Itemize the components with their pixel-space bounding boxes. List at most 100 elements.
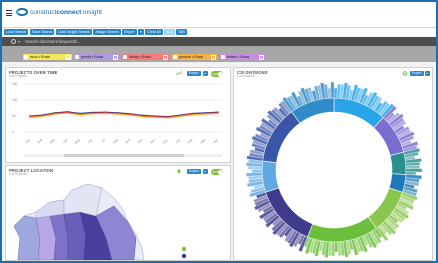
legend-dot [181, 253, 187, 259]
data-point[interactable] [129, 114, 132, 116]
chevron-down-icon[interactable] [18, 40, 20, 43]
filter-chip[interactable]: truck • Rows × [23, 54, 72, 60]
scrollbar-thumb[interactable] [64, 154, 184, 157]
data-point[interactable] [79, 113, 81, 116]
data-point[interactable] [91, 112, 94, 115]
x-tick-label: Jun [87, 138, 94, 145]
gear-icon[interactable] [402, 71, 408, 76]
load-search-button[interactable]: Load Search [4, 29, 29, 35]
load-insight-search-button[interactable]: Load Insight Search [55, 29, 92, 35]
logo-mark-icon [16, 8, 28, 16]
sunburst-segment[interactable] [261, 160, 280, 193]
app-window: constructconnect insight Load Search Sav… [0, 0, 438, 263]
menu-icon[interactable] [6, 10, 12, 16]
x-tick-label: Sep [124, 138, 131, 145]
cumulative-toggle[interactable]: CUM [211, 71, 223, 77]
data-point[interactable] [192, 113, 194, 116]
data-point[interactable] [54, 113, 56, 115]
export-button[interactable]: Export [187, 169, 201, 174]
assign-search-button[interactable]: Assign Search [93, 29, 121, 35]
data-point[interactable] [154, 116, 157, 119]
clear-all-button[interactable]: Clear All [145, 29, 163, 35]
export-dropdown-button[interactable] [425, 71, 430, 76]
sunburst-subsegment[interactable] [331, 241, 335, 257]
data-point[interactable] [217, 112, 219, 115]
panel-subtitle: # of Projects [9, 172, 27, 176]
sunburst-subsegment[interactable] [405, 165, 421, 170]
data-point[interactable] [142, 115, 144, 118]
export-dropdown-button[interactable] [203, 169, 208, 174]
map-region-nunavut[interactable] [63, 183, 103, 217]
y-tick-label: 100 [12, 98, 18, 102]
x-tick-label: Apr [212, 137, 219, 144]
close-icon[interactable]: × [211, 54, 216, 60]
export-button[interactable]: Export [187, 71, 201, 76]
x-tick-label: Aug [112, 138, 119, 145]
filter-chip-bar: truck • Rows × permit • Rows × library •… [2, 46, 436, 62]
sunburst-subsegment[interactable] [251, 169, 263, 173]
data-point[interactable] [116, 113, 119, 115]
data-point[interactable] [41, 115, 44, 118]
x-tick-label: Feb [37, 138, 44, 145]
data-point[interactable] [204, 113, 207, 115]
map-pin-icon[interactable] [176, 169, 182, 174]
sunburst-subsegment[interactable] [330, 81, 335, 99]
csi-divisions-panel: CSI DIVISIONS # of Projects Export [233, 67, 433, 261]
chart-type-icon[interactable] [176, 71, 182, 76]
data-point[interactable] [29, 116, 31, 119]
panel-subtitle: # of Projects [9, 74, 27, 78]
export-dropdown-button[interactable]: ▾ [138, 29, 144, 35]
all-button[interactable]: ALL [164, 29, 175, 35]
close-icon[interactable]: × [259, 54, 264, 60]
projects-over-time-panel: PROJECTS OVER TIME # of Projects Export … [5, 67, 231, 163]
filter-chip[interactable]: general • Rows × [172, 54, 217, 60]
header-bar: constructconnect insight [2, 2, 436, 28]
filter-type-icon [123, 55, 127, 59]
search-icon[interactable] [11, 39, 16, 44]
data-point[interactable] [167, 117, 169, 119]
data-point[interactable] [179, 115, 182, 118]
close-icon[interactable]: × [113, 54, 118, 60]
line-chart: Jan Feb Mar Apr May Jun Jul Aug Sep Oct Nov Dec Jan F… [24, 83, 222, 157]
y-tick-label: 50 [12, 114, 16, 118]
save-search-button[interactable]: Save Search [29, 29, 55, 35]
x-tick-label: Oct [137, 138, 143, 144]
y-tick-label: 150 [12, 82, 18, 86]
filter-chip[interactable]: library • Rows × [122, 54, 169, 60]
project-location-panel: PROJECT LOCATION # of Projects Export CU… [5, 165, 231, 261]
cumulative-toggle[interactable]: CUM [211, 169, 223, 175]
x-tick-label: Jul [100, 138, 106, 144]
sunburst-subsegment[interactable] [327, 87, 332, 99]
tab-button[interactable]: TAB [176, 29, 187, 35]
logo-text-bold: connect [56, 8, 82, 16]
sunburst-chart [245, 81, 423, 258]
map-region-bc[interactable] [13, 215, 41, 260]
logo: constructconnect insight [16, 7, 102, 17]
sunburst-subsegment[interactable] [405, 168, 423, 173]
close-icon[interactable]: × [66, 54, 71, 60]
search-input[interactable]: Search document keywords... [25, 39, 80, 44]
x-tick-label: May [74, 138, 81, 145]
export-button[interactable]: Export [122, 29, 137, 35]
close-icon[interactable]: × [163, 54, 168, 60]
canada-map[interactable] [10, 178, 190, 260]
data-point[interactable] [104, 112, 106, 115]
x-tick-label: Jan [175, 138, 182, 145]
sunburst-subsegment[interactable] [333, 87, 338, 99]
filter-chip-label: bidder • Rows [227, 55, 250, 59]
sunburst-subsegment[interactable] [334, 241, 339, 253]
x-tick-label: Jan [24, 138, 31, 145]
filter-chip[interactable]: bidder • Rows × [220, 54, 265, 60]
filter-type-icon [173, 55, 177, 59]
filter-type-icon [221, 55, 225, 59]
filter-chip[interactable]: permit • Rows × [74, 54, 119, 60]
sunburst-segment[interactable] [389, 151, 407, 175]
export-button[interactable]: Export [410, 71, 424, 76]
filter-chip-label: library • Rows [129, 55, 152, 59]
data-point[interactable] [66, 112, 69, 114]
export-dropdown-button[interactable] [203, 71, 208, 76]
x-tick-label: Feb [187, 138, 194, 145]
logo-suffix: insight [83, 8, 102, 16]
toggle-knob [217, 169, 223, 175]
x-tick-label: Mar [49, 137, 56, 144]
